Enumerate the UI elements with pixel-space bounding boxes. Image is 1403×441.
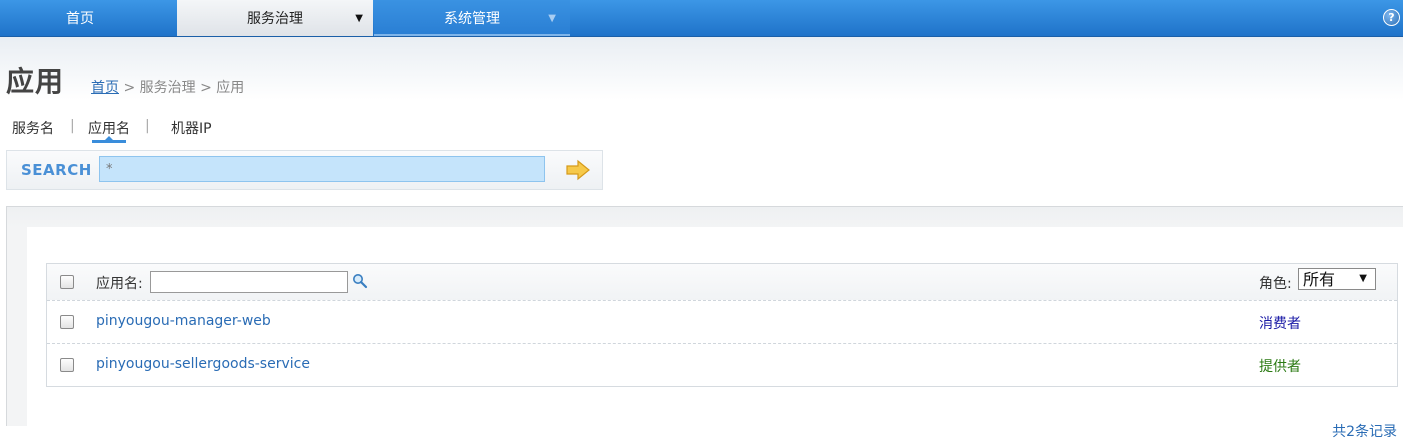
record-count: 共2条记录: [1332, 424, 1397, 440]
nav-system-label: 系统管理: [444, 11, 500, 27]
table-header-row: 应用名: 角色: 所有 ▼: [47, 264, 1397, 300]
caret-down-icon: ▼: [1359, 273, 1367, 284]
breadcrumb-separator: >: [195, 80, 217, 96]
row-checkbox[interactable]: [60, 358, 74, 372]
table-row: pinyougou-sellergoods-service 提供者: [47, 343, 1397, 386]
app-name-filter-label: 应用名:: [96, 276, 143, 292]
top-nav-bar: 首页 服务治理 ▼ 系统管理 ▼ ?: [0, 0, 1403, 37]
breadcrumb-service: 服务治理: [139, 80, 196, 96]
breadcrumb-separator: >: [119, 80, 140, 96]
search-input[interactable]: [99, 156, 545, 182]
tab-machine-ip[interactable]: 机器IP: [171, 118, 212, 138]
role-value: 消费者: [1259, 316, 1301, 332]
breadcrumb: 首页 > 服务治理 > 应用: [91, 77, 244, 97]
app-name-link[interactable]: pinyougou-sellergoods-service: [96, 356, 310, 372]
role-value: 提供者: [1259, 359, 1301, 375]
tab-separator: |: [145, 118, 150, 134]
application-table: 应用名: 角色: 所有 ▼ pinyougou-manager-web 消费者: [46, 263, 1398, 387]
active-tab-indicator: [92, 140, 126, 143]
search-label: SEARCH: [21, 161, 92, 179]
nav-system-management[interactable]: 系统管理 ▼: [374, 0, 570, 36]
caret-down-icon: ▼: [355, 13, 363, 24]
nav-service-governance[interactable]: 服务治理 ▼: [177, 0, 373, 36]
arrow-right-icon[interactable]: [565, 158, 591, 182]
search-icon[interactable]: [352, 273, 368, 289]
tab-separator: |: [70, 118, 75, 134]
select-all-checkbox[interactable]: [60, 275, 74, 289]
nav-home[interactable]: 首页: [0, 0, 160, 36]
app-name-filter-input[interactable]: [150, 271, 348, 293]
role-filter-select[interactable]: 所有 ▼: [1298, 268, 1376, 290]
role-filter-label: 角色:: [1259, 276, 1292, 292]
caret-down-icon: ▼: [548, 13, 556, 24]
page-title: 应用: [6, 65, 65, 98]
nav-home-label: 首页: [66, 11, 94, 27]
tab-app-name[interactable]: 应用名: [88, 118, 130, 138]
table-row: pinyougou-manager-web 消费者: [47, 300, 1397, 343]
search-box: SEARCH: [6, 150, 603, 190]
tab-service-name[interactable]: 服务名: [12, 118, 54, 138]
row-checkbox[interactable]: [60, 315, 74, 329]
app-name-link[interactable]: pinyougou-manager-web: [96, 313, 271, 329]
content-panel: 应用名: 角色: 所有 ▼ pinyougou-manager-web 消费者: [6, 206, 1403, 440]
breadcrumb-current: 应用: [216, 80, 245, 96]
nav-service-label: 服务治理: [247, 11, 303, 27]
role-filter-value: 所有: [1303, 270, 1336, 289]
breadcrumb-home-link[interactable]: 首页: [91, 80, 119, 96]
content-panel-inner: 应用名: 角色: 所有 ▼ pinyougou-manager-web 消费者: [27, 227, 1403, 440]
help-icon[interactable]: ?: [1383, 9, 1400, 26]
